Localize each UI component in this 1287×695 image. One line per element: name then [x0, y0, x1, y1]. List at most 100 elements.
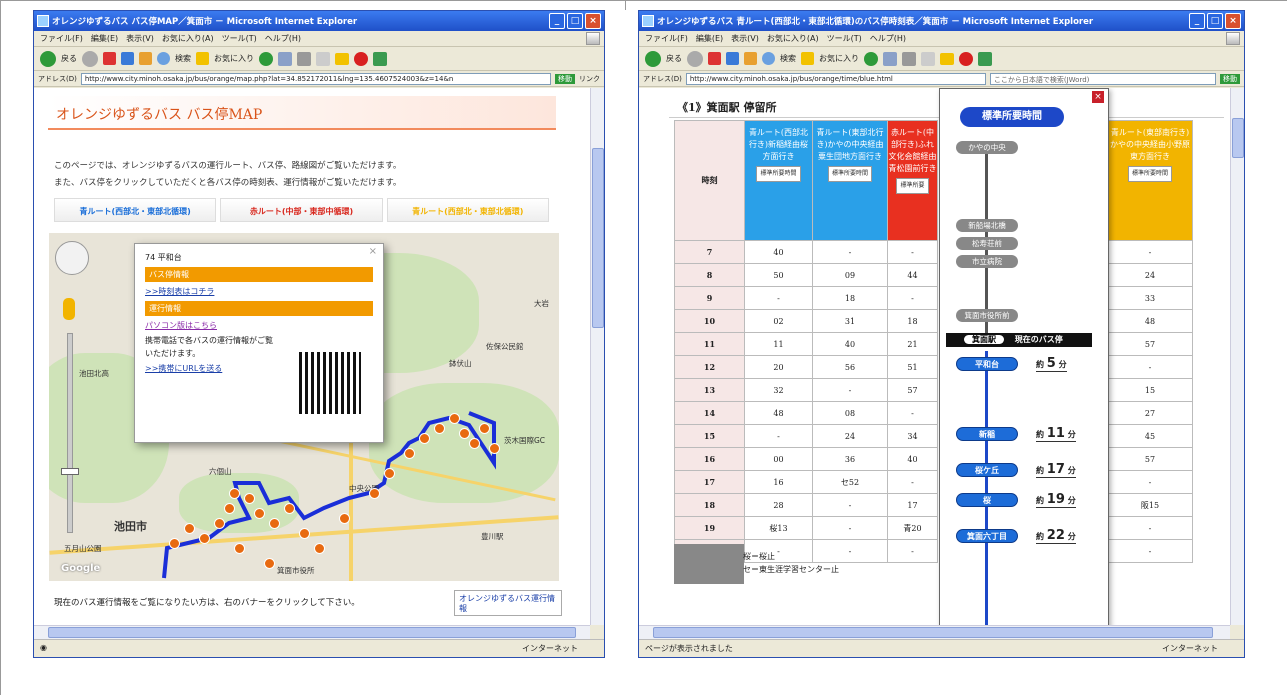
popup-close-button[interactable]: × [1092, 91, 1104, 103]
scroll-thumb[interactable] [48, 627, 576, 638]
bus-stop-pin[interactable] [459, 428, 470, 439]
refresh-icon[interactable] [121, 52, 134, 65]
back-label[interactable]: 戻る [666, 53, 682, 64]
favorites-star-icon[interactable] [196, 52, 209, 65]
bus-stop-pin[interactable] [254, 508, 265, 519]
bus-stop-pin[interactable] [479, 423, 490, 434]
bus-stop-pin[interactable] [434, 423, 445, 434]
stop-icon[interactable] [103, 52, 116, 65]
street-view-pegman-icon[interactable] [63, 298, 75, 320]
folder-icon[interactable] [940, 52, 954, 65]
route-tab-blue[interactable]: 青ルート(西部北・東部北循環) [54, 198, 217, 222]
back-arrow-icon[interactable] [40, 50, 56, 67]
bus-stop-pin[interactable] [224, 503, 235, 514]
bus-stop-pin[interactable] [369, 488, 380, 499]
close-button[interactable]: × [1225, 13, 1241, 29]
scroll-thumb[interactable] [653, 627, 1213, 638]
bus-stop-pin[interactable] [339, 513, 350, 524]
history-icon[interactable] [864, 51, 878, 66]
url-input[interactable]: http://www.city.minoh.osaka.jp/bus/orang… [80, 72, 551, 85]
zoom-slider-handle[interactable] [61, 468, 79, 475]
menu-tools[interactable]: ツール(T) [827, 33, 862, 44]
route-tab-red[interactable]: 赤ルート(中部・東部中循環) [220, 198, 383, 222]
popup-close-icon[interactable]: × [369, 246, 377, 257]
maximize-button[interactable]: □ [1207, 13, 1223, 29]
search-icon[interactable] [157, 52, 170, 65]
menu-view[interactable]: 表示(V) [731, 33, 759, 44]
menu-favorites[interactable]: お気に入り(A) [162, 33, 214, 44]
back-arrow-icon[interactable] [645, 50, 661, 67]
bus-stop-pin[interactable] [284, 503, 295, 514]
messenger-icon[interactable] [978, 51, 992, 66]
bus-stop-pin[interactable] [299, 528, 310, 539]
bus-stop-pin[interactable] [264, 558, 275, 569]
menu-file[interactable]: ファイル(F) [645, 33, 688, 44]
home-icon[interactable] [744, 52, 757, 65]
jword-search-input[interactable]: ここから日本語で検索(JWord) [989, 72, 1216, 85]
folder-icon[interactable] [335, 52, 349, 65]
bus-stop-pin[interactable] [404, 448, 415, 459]
print-icon[interactable] [297, 51, 311, 66]
bus-stop-pin[interactable] [489, 443, 500, 454]
favorites-label[interactable]: お気に入り [214, 53, 254, 64]
favorites-label[interactable]: お気に入り [819, 53, 859, 64]
menu-help[interactable]: ヘルプ(H) [870, 33, 906, 44]
print-icon[interactable] [902, 51, 916, 66]
route-tab-yellow[interactable]: 青ルート(西部北・東部北循環) [386, 198, 549, 222]
minimize-button[interactable]: _ [549, 13, 565, 29]
vertical-scrollbar[interactable] [1230, 88, 1244, 625]
standard-time-button[interactable]: 標準所要時間 [1127, 166, 1172, 182]
bus-stop-pin[interactable] [244, 493, 255, 504]
go-button[interactable]: 移動 [555, 73, 575, 84]
scroll-thumb[interactable] [592, 148, 604, 328]
bus-stop-pin[interactable] [314, 543, 325, 554]
map-pan-control[interactable] [55, 241, 89, 275]
standard-time-button[interactable]: 標準所要 [896, 178, 929, 194]
home-icon[interactable] [139, 52, 152, 65]
forward-arrow-icon[interactable] [82, 50, 98, 67]
menu-favorites[interactable]: お気に入り(A) [767, 33, 819, 44]
pc-version-link[interactable]: パソコン版はこちら [145, 320, 373, 331]
minimize-button[interactable]: _ [1189, 13, 1205, 29]
bus-stop-pin[interactable] [419, 433, 430, 444]
stop-circle-icon[interactable] [959, 51, 973, 66]
menu-edit[interactable]: 編集(E) [696, 33, 723, 44]
search-icon[interactable] [762, 52, 775, 65]
history-icon[interactable] [259, 51, 273, 66]
bus-stop-pin[interactable] [169, 538, 180, 549]
back-label[interactable]: 戻る [61, 53, 77, 64]
go-button[interactable]: 移動 [1220, 73, 1240, 84]
favorites-star-icon[interactable] [801, 52, 814, 65]
menu-view[interactable]: 表示(V) [126, 33, 154, 44]
scroll-thumb[interactable] [1232, 118, 1244, 158]
bus-stop-pin[interactable] [214, 518, 225, 529]
menu-edit[interactable]: 編集(E) [91, 33, 118, 44]
timetable-link[interactable]: >>時刻表はコチラ [145, 286, 373, 297]
horizontal-scrollbar[interactable] [34, 625, 590, 639]
menu-file[interactable]: ファイル(F) [40, 33, 83, 44]
vertical-scrollbar[interactable] [590, 88, 604, 625]
messenger-icon[interactable] [373, 51, 387, 66]
route-map[interactable]: 池田市 五月山公園 六個山 中央公園 鉢伏山 佐保公民館 大岩 箕面市役所 茨木… [49, 233, 559, 581]
close-button[interactable]: × [585, 13, 601, 29]
maximize-button[interactable]: □ [567, 13, 583, 29]
forward-arrow-icon[interactable] [687, 50, 703, 67]
search-label[interactable]: 検索 [175, 53, 191, 64]
mail-icon[interactable] [278, 51, 292, 66]
bus-info-banner[interactable]: オレンジゆずるバス運行情報 [454, 590, 562, 616]
bus-stop-pin[interactable] [199, 533, 210, 544]
zoom-slider[interactable] [67, 333, 73, 533]
mail-icon[interactable] [883, 51, 897, 66]
bus-stop-pin[interactable] [469, 438, 480, 449]
url-input[interactable]: http://www.city.minoh.osaka.jp/bus/orang… [685, 72, 986, 85]
menu-tools[interactable]: ツール(T) [222, 33, 257, 44]
stop-circle-icon[interactable] [354, 51, 368, 66]
horizontal-scrollbar[interactable] [639, 625, 1230, 639]
bus-stop-pin[interactable] [234, 543, 245, 554]
search-label[interactable]: 検索 [780, 53, 796, 64]
standard-time-button[interactable]: 標準所要時間 [827, 166, 872, 182]
stop-icon[interactable] [708, 52, 721, 65]
bus-stop-pin[interactable] [229, 488, 240, 499]
bus-stop-pin[interactable] [449, 413, 460, 424]
bus-stop-pin[interactable] [184, 523, 195, 534]
